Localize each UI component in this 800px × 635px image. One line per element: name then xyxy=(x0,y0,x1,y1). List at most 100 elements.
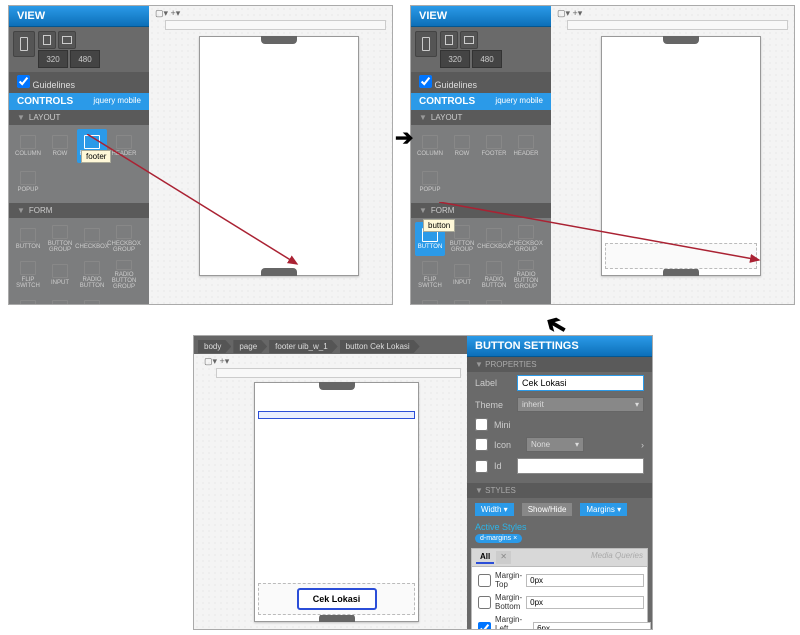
palette-select[interactable]: SELECT xyxy=(13,294,43,305)
margins-box: All ✕ Media Queries Margin-Top Margin-Bo… xyxy=(471,548,648,630)
button-cek-lokasi[interactable]: Cek Lokasi xyxy=(297,588,377,610)
margin-left-value[interactable] xyxy=(533,622,651,630)
device-mockup[interactable] xyxy=(601,36,761,276)
device-tablet-landscape[interactable] xyxy=(58,31,76,49)
palette-input[interactable]: INPUT xyxy=(45,258,75,292)
width-input[interactable]: 320 xyxy=(440,50,470,68)
mini-checkbox[interactable] xyxy=(475,418,488,431)
tab-all[interactable]: All xyxy=(476,551,494,564)
form-group-header[interactable]: ▼FORM xyxy=(411,203,551,218)
height-input[interactable]: 480 xyxy=(70,50,100,68)
device-tablet-portrait[interactable] xyxy=(38,31,56,49)
margin-left-check[interactable] xyxy=(478,622,491,630)
tab-margins[interactable]: Margins ▾ xyxy=(580,503,627,516)
tab-width[interactable]: Width ▾ xyxy=(475,503,514,516)
device-mockup[interactable] xyxy=(199,36,359,276)
layout-label: LAYOUT xyxy=(431,113,462,122)
layout-group-header[interactable]: ▼LAYOUT xyxy=(9,110,149,125)
guidelines-checkbox-row[interactable]: Guidelines xyxy=(411,72,551,93)
palette-popup[interactable]: POPUP xyxy=(415,165,445,199)
header-selection[interactable] xyxy=(258,411,415,419)
canvas-corner-menu[interactable]: ▢▾ +▾ xyxy=(557,8,582,19)
palette-button-group[interactable]: BUTTON GROUP xyxy=(45,222,75,256)
margin-bottom-check[interactable] xyxy=(478,596,491,609)
palette-checkbox-group[interactable]: CHECKBOX GROUP xyxy=(109,222,139,256)
notch-top xyxy=(261,36,297,44)
palette-checkbox[interactable]: CHECKBOX xyxy=(479,222,509,256)
palette-slider[interactable]: SLIDER xyxy=(45,294,75,305)
tooltip-button: button xyxy=(423,219,455,232)
palette-radio[interactable]: RADIO BUTTON xyxy=(479,258,509,292)
palette-button[interactable]: BUTTON xyxy=(13,222,43,256)
icon-select[interactable]: None▾ xyxy=(526,437,584,452)
palette-input[interactable]: INPUT xyxy=(447,258,477,292)
id-checkbox[interactable] xyxy=(475,460,488,473)
settings-header: BUTTON SETTINGS xyxy=(467,336,652,357)
notch-bottom xyxy=(663,268,699,276)
crumb-footer[interactable]: footer uib_w_1 xyxy=(269,340,337,353)
footer-zone[interactable]: Cek Lokasi xyxy=(258,583,415,615)
margin-top-row: Margin-Top xyxy=(474,569,645,591)
palette-row[interactable]: ROW xyxy=(45,129,75,163)
styles-section-header[interactable]: ▼ STYLES xyxy=(467,483,652,498)
form-group-header[interactable]: ▼FORM xyxy=(9,203,149,218)
properties-section-header[interactable]: ▼ PROPERTIES xyxy=(467,357,652,372)
footer-dropzone[interactable] xyxy=(605,243,757,269)
active-styles-row: Active Styles d-margins × xyxy=(467,519,652,546)
palette-checkbox-group[interactable]: CHECKBOX GROUP xyxy=(511,222,541,256)
active-style-pill[interactable]: d-margins × xyxy=(475,534,522,543)
palette-radio[interactable]: RADIO BUTTON xyxy=(77,258,107,292)
palette-flip-switch[interactable]: FLIP SWITCH xyxy=(415,258,445,292)
tab-close[interactable]: ✕ xyxy=(496,551,511,564)
layout-group-header[interactable]: ▼LAYOUT xyxy=(411,110,551,125)
margin-top-value[interactable] xyxy=(526,574,644,587)
guidelines-checkbox[interactable] xyxy=(419,75,432,88)
crumb-button[interactable]: button Cek Lokasi xyxy=(340,340,420,353)
margin-bottom-value[interactable] xyxy=(526,596,644,609)
palette-popup[interactable]: POPUP xyxy=(13,165,43,199)
design-canvas[interactable]: ▢▾ +▾ xyxy=(149,6,392,304)
id-input[interactable] xyxy=(517,458,644,474)
palette-radio-group[interactable]: RADIO BUTTON GROUP xyxy=(109,258,139,292)
theme-select[interactable]: inherit▾ xyxy=(517,397,644,412)
crumb-body[interactable]: body xyxy=(198,340,231,353)
label-input[interactable] xyxy=(517,375,644,391)
margin-top-check[interactable] xyxy=(478,574,491,587)
palette-flip-switch[interactable]: FLIP SWITCH xyxy=(13,258,43,292)
canvas-corner-menu[interactable]: ▢▾ +▾ xyxy=(155,8,180,19)
palette-footer[interactable]: FOOTER xyxy=(479,129,509,163)
tab-showhide[interactable]: Show/Hide xyxy=(522,503,573,516)
margin-left-row: Margin-Left Wrapping xyxy=(474,613,645,630)
next-arrow-icon[interactable]: › xyxy=(641,440,644,450)
palette-column[interactable]: COLUMN xyxy=(415,129,445,163)
controls-panel-header: CONTROLSjquery mobile xyxy=(9,93,149,110)
controls-subtitle: jquery mobile xyxy=(93,96,141,107)
notch-top xyxy=(663,36,699,44)
width-input[interactable]: 320 xyxy=(38,50,68,68)
height-input[interactable]: 480 xyxy=(472,50,502,68)
palette-textarea[interactable]: TEXTAREA xyxy=(479,294,509,305)
palette-select[interactable]: SELECT xyxy=(415,294,445,305)
design-canvas[interactable]: ▢▾ +▾ xyxy=(551,6,794,304)
palette-header[interactable]: HEADER xyxy=(109,129,139,163)
left-sidebar: VIEW 320 480 Guidelines CONTROLSjquery m… xyxy=(9,6,149,305)
guidelines-label: Guidelines xyxy=(33,80,76,90)
device-tablet-landscape[interactable] xyxy=(460,31,478,49)
palette-radio-group[interactable]: RADIO BUTTON GROUP xyxy=(511,258,541,292)
guidelines-checkbox-row[interactable]: Guidelines xyxy=(9,72,149,93)
palette-textarea[interactable]: TEXTAREA xyxy=(77,294,107,305)
palette-slider[interactable]: SLIDER xyxy=(447,294,477,305)
crumb-page[interactable]: page xyxy=(233,340,267,353)
icon-checkbox[interactable] xyxy=(475,438,488,451)
palette-row[interactable]: ROW xyxy=(447,129,477,163)
guidelines-checkbox[interactable] xyxy=(17,75,30,88)
device-phone-portrait[interactable] xyxy=(415,31,437,57)
device-tablet-portrait[interactable] xyxy=(440,31,458,49)
design-canvas[interactable]: ▢▾ +▾ Cek Lokasi xyxy=(194,354,467,630)
device-mockup[interactable]: Cek Lokasi xyxy=(254,382,419,622)
palette-header[interactable]: HEADER xyxy=(511,129,541,163)
palette-checkbox[interactable]: CHECKBOX xyxy=(77,222,107,256)
canvas-corner-menu[interactable]: ▢▾ +▾ xyxy=(204,356,229,367)
device-phone-portrait[interactable] xyxy=(13,31,35,57)
palette-column[interactable]: COLUMN xyxy=(13,129,43,163)
